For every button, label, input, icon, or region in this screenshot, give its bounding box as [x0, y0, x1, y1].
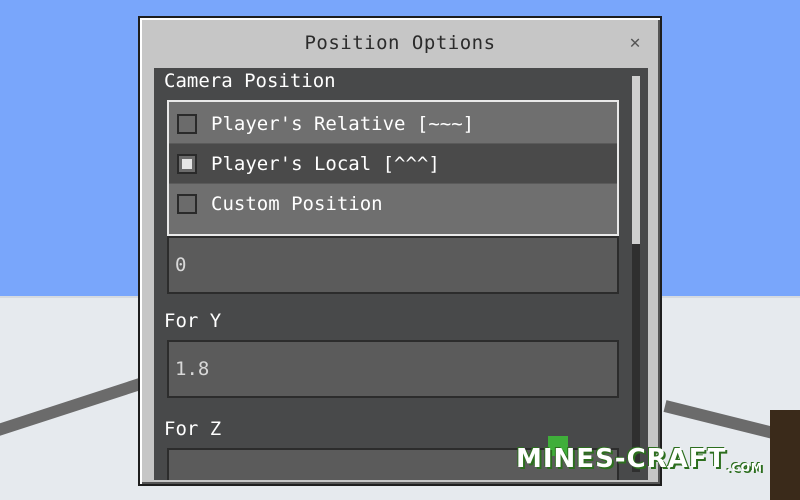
x-input[interactable]: 0	[167, 236, 619, 294]
option-label: Custom Position	[211, 193, 383, 215]
watermark: MINES-CRAFT.COM	[516, 444, 763, 474]
camera-position-label: Camera Position	[164, 70, 336, 92]
scrollbar[interactable]	[632, 76, 640, 472]
checkbox-unchecked-icon[interactable]	[177, 194, 197, 214]
camera-position-dropdown: Player's Relative [~~~] Player's Local […	[167, 100, 619, 236]
option-players-relative[interactable]: Player's Relative [~~~]	[169, 104, 617, 144]
scrollbar-thumb[interactable]	[632, 76, 640, 244]
position-options-dialog: Position Options ✕ Camera Position Playe…	[138, 16, 662, 486]
checkbox-unchecked-icon[interactable]	[177, 113, 197, 134]
watermark-text: MINES-CRAFT	[516, 444, 727, 474]
option-label: Player's Relative [~~~]	[211, 112, 475, 135]
watermark-suffix: .COM	[726, 461, 763, 474]
checkbox-checked-icon[interactable]	[177, 153, 197, 174]
check-mark-icon	[182, 158, 192, 169]
y-input[interactable]: 1.8	[167, 340, 619, 398]
close-icon[interactable]: ✕	[626, 34, 644, 52]
for-z-label: For Z	[164, 418, 222, 440]
option-label: Player's Local [^^^]	[211, 152, 440, 175]
dialog-content: Camera Position Player's Relative [~~~] …	[154, 68, 648, 480]
for-y-label: For Y	[164, 310, 222, 332]
option-custom-position[interactable]: Custom Position	[169, 184, 617, 224]
option-players-local[interactable]: Player's Local [^^^]	[169, 144, 617, 184]
tree-trunk	[770, 410, 800, 500]
dialog-title: Position Options	[304, 32, 496, 54]
